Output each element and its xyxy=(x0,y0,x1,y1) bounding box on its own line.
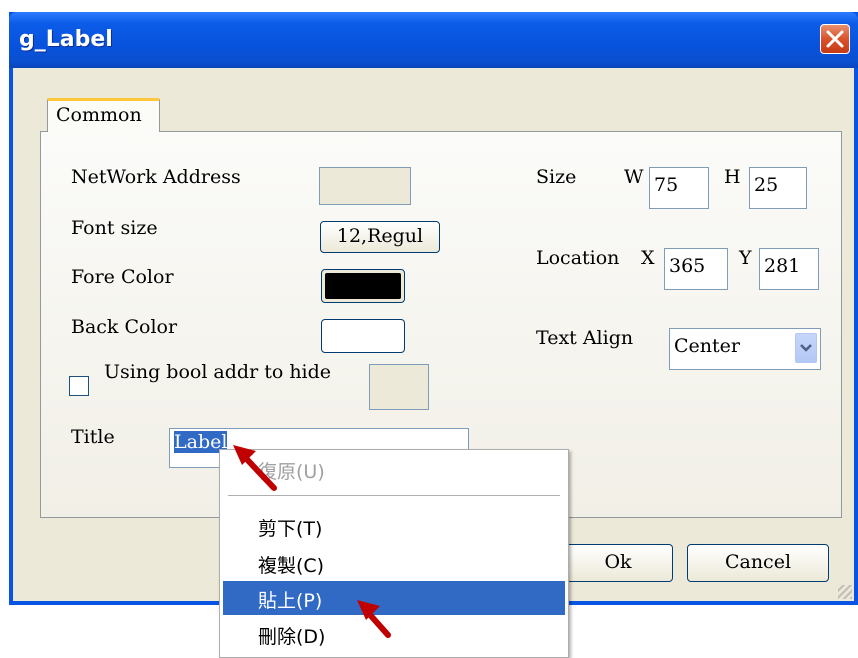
ok-button[interactable]: Ok xyxy=(563,544,673,582)
height-label: H xyxy=(724,166,741,188)
title-label: Title xyxy=(71,426,115,448)
network-address-field[interactable] xyxy=(319,167,411,205)
text-align-dropdown-button[interactable] xyxy=(795,333,817,363)
size-label: Size xyxy=(536,166,577,188)
menu-item-undo-label: 復原(U) xyxy=(258,461,325,483)
menu-item-delete[interactable]: 刪除(D) xyxy=(223,617,565,651)
menu-item-copy[interactable]: 複製(C) xyxy=(223,546,565,580)
width-input[interactable]: 75 xyxy=(649,167,709,209)
x-input[interactable]: 365 xyxy=(664,248,728,290)
back-color-button[interactable] xyxy=(321,319,405,353)
menu-item-copy-label: 複製(C) xyxy=(258,555,325,577)
resize-grip[interactable] xyxy=(838,585,852,599)
width-label: W xyxy=(624,166,644,188)
text-align-value: Center xyxy=(674,335,740,357)
tab-common-label: Common xyxy=(56,104,142,126)
menu-item-paste[interactable]: 貼上(P) xyxy=(223,581,565,615)
tab-common[interactable]: Common xyxy=(47,98,160,132)
x-label: X xyxy=(641,247,655,269)
bool-hide-label: Using bool addr to hide xyxy=(104,361,332,383)
menu-item-cut[interactable]: 剪下(T) xyxy=(223,509,565,543)
cancel-button[interactable]: Cancel xyxy=(687,544,829,582)
location-label: Location xyxy=(536,247,620,269)
menu-item-delete-label: 刪除(D) xyxy=(258,626,326,648)
window-title: g_Label xyxy=(19,27,113,52)
fore-color-swatch xyxy=(325,273,401,299)
text-align-select[interactable]: Center xyxy=(669,328,821,370)
font-size-label: Font size xyxy=(71,217,158,239)
menu-separator xyxy=(228,495,560,496)
menu-item-cut-label: 剪下(T) xyxy=(258,518,323,540)
font-size-button[interactable]: 12,Regul xyxy=(320,221,440,253)
close-button[interactable] xyxy=(820,24,850,54)
dropdown-arrow-icon xyxy=(800,344,812,352)
bool-address-field[interactable] xyxy=(369,364,429,410)
text-align-label: Text Align xyxy=(536,327,634,349)
context-menu: 復原(U) 剪下(T) 複製(C) 貼上(P) 刪除(D) xyxy=(219,449,569,658)
fore-color-label: Fore Color xyxy=(71,266,174,288)
fore-color-button[interactable] xyxy=(321,269,405,303)
network-address-label: NetWork Address xyxy=(71,166,241,188)
menu-item-undo[interactable]: 復原(U) xyxy=(223,452,565,486)
y-label: Y xyxy=(739,247,752,269)
title-bar[interactable]: g_Label xyxy=(9,12,858,68)
back-color-label: Back Color xyxy=(71,316,178,338)
y-input[interactable]: 281 xyxy=(759,248,819,290)
close-icon xyxy=(826,30,844,48)
menu-item-paste-label: 貼上(P) xyxy=(258,590,323,612)
height-input[interactable]: 25 xyxy=(749,167,807,209)
bool-hide-checkbox[interactable] xyxy=(69,376,89,396)
